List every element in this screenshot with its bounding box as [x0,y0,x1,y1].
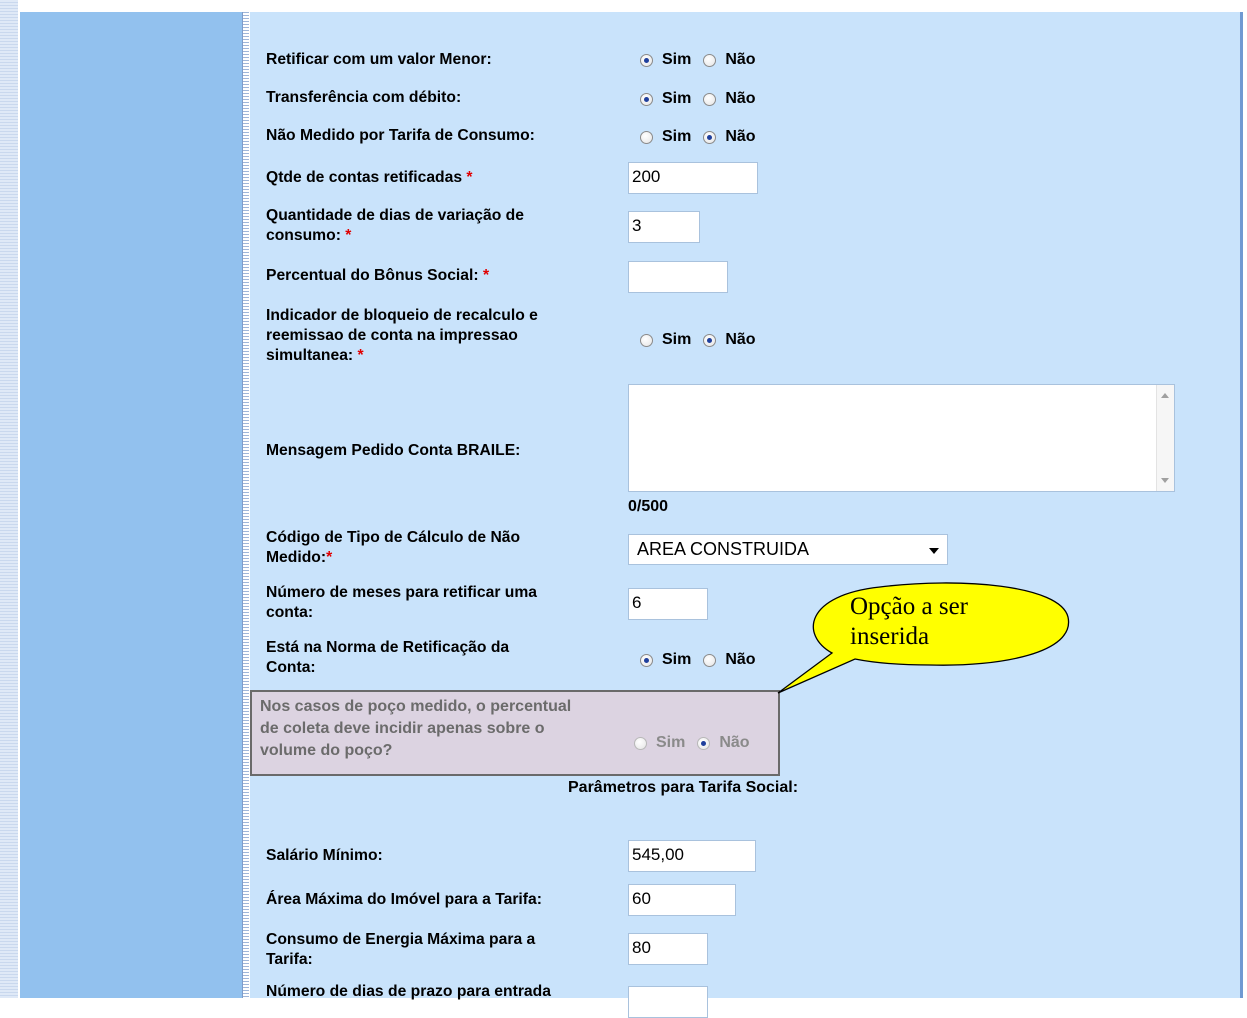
callout-text: Opção a ser inserida [850,592,968,652]
required-mark: * [345,227,352,244]
transferencia-debito-radio-group: Sim Não [640,90,768,108]
transferencia-debito-nao-radio[interactable] [703,92,717,106]
salario-minimo-label: Salário Mínimo: [266,847,383,864]
consumo-energia-label: Consumo de Energia Máxima para a Tarifa: [266,930,535,970]
retificar-menor-label: Retificar com um valor Menor: [266,51,492,68]
required-mark: * [357,347,364,364]
poco-medido-sim-label: Sim [656,734,686,751]
retificar-menor-sim-label: Sim [662,51,692,68]
required-mark: * [482,267,490,284]
consumo-energia-input[interactable]: 80 [628,933,708,965]
poco-medido-label-line1: Nos casos de poço medido, o percentual [260,698,572,715]
mensagem-braile-textarea[interactable] [628,384,1175,492]
consumo-energia-label-line1: Consumo de Energia Máxima para a [266,931,536,948]
bloqueio-recalculo-label: Indicador de bloqueio de recalculo e ree… [266,306,538,366]
norma-retificacao-radio-group: Sim Não [640,651,768,669]
left-panel [20,12,244,998]
area-maxima-input[interactable]: 60 [628,884,736,916]
qtde-contas-label: Qtde de contas retificadas * [266,168,473,188]
poco-medido-label: Nos casos de poço medido, o percentual d… [260,696,640,762]
dias-variacao-label: Quantidade de dias de variação de consum… [266,206,524,246]
poco-medido-nao-label: Não [719,734,750,751]
left-edge-strip [0,0,18,998]
consumo-energia-label-line2: Tarifa: [266,951,313,968]
retificar-menor-radio-group: Sim Não [640,51,768,69]
scroll-up-arrow-icon[interactable] [1161,393,1169,398]
meses-retificar-input[interactable]: 6 [628,588,708,620]
tipo-calculo-label-line1: Código de Tipo de Cálculo de Não [266,529,521,546]
norma-retificacao-sim-radio[interactable] [640,653,653,667]
norma-retificacao-sim-label: Sim [662,651,692,668]
bloqueio-recalculo-label-line3: simultanea: [266,347,354,364]
tipo-calculo-selected-value: AREA CONSTRUIDA [637,539,810,559]
meses-retificar-label-line1: Número de meses para retificar uma [266,584,538,601]
area-maxima-label: Área Máxima do Imóvel para a Tarifa: [266,891,542,908]
norma-retificacao-label-line1: Está na Norma de Retificação da [266,639,510,656]
dias-variacao-input[interactable]: 3 [628,211,700,243]
nao-medido-tarifa-sim-label: Sim [662,128,692,145]
salario-minimo-input[interactable]: 545,00 [628,840,756,872]
transferencia-debito-sim-label: Sim [662,90,692,107]
poco-medido-label-line2: de coleta deve incidir apenas sobre o [260,720,545,737]
bonus-social-label-text: Percentual do Bônus Social: [266,267,479,284]
bloqueio-recalculo-nao-radio[interactable] [703,333,717,347]
nao-medido-tarifa-nao-radio[interactable] [703,130,717,144]
retificar-menor-nao-radio[interactable] [703,53,717,67]
retificar-menor-sim-radio[interactable] [640,53,653,67]
norma-retificacao-nao-label: Não [725,651,756,668]
dias-variacao-label-line2: consumo: [266,227,341,244]
poco-medido-label-line3: volume do poço? [260,742,393,759]
bonus-social-input[interactable] [628,261,728,293]
norma-retificacao-label: Está na Norma de Retificação da Conta: [266,638,509,678]
poco-medido-nao-radio[interactable] [697,736,711,750]
dias-variacao-label-line1: Quantidade de dias de variação de [266,207,524,224]
tipo-calculo-label-line2: Medido: [266,549,327,566]
callout-line2: inserida [850,623,930,650]
tipo-calculo-label: Código de Tipo de Cálculo de Não Medido:… [266,528,520,568]
bloqueio-recalculo-radio-group: Sim Não [640,331,768,349]
bloqueio-recalculo-label-line3-wrap: simultanea: * [266,346,538,366]
dias-prazo-label: Número de dias de prazo para entrada [266,983,551,1000]
scroll-down-arrow-icon[interactable] [1161,478,1169,483]
nao-medido-tarifa-radio-group: Sim Não [640,128,768,146]
tarifa-social-section-title: Parâmetros para Tarifa Social: [568,779,799,796]
dias-variacao-label-line2-wrap: consumo: * [266,226,524,246]
callout-line1: Opção a ser [850,593,968,620]
nao-medido-tarifa-label: Não Medido por Tarifa de Consumo: [266,127,535,144]
poco-medido-sim-radio[interactable] [634,736,647,750]
transferencia-debito-sim-radio[interactable] [640,92,653,106]
retificar-menor-nao-label: Não [725,51,756,68]
nao-medido-tarifa-nao-label: Não [725,128,756,145]
bloqueio-recalculo-nao-label: Não [725,331,756,348]
bloqueio-recalculo-label-line2: reemissao de conta na impressao [266,327,518,344]
required-mark: * [326,549,333,566]
qtde-contas-input[interactable]: 200 [628,162,758,194]
bloqueio-recalculo-label-line1: Indicador de bloqueio de recalculo e [266,307,538,324]
required-mark: * [466,169,473,186]
transferencia-debito-label: Transferência com débito: [266,89,462,106]
qtde-contas-label-text: Qtde de contas retificadas [266,169,463,186]
textarea-scrollbar[interactable] [1156,385,1174,491]
mensagem-braile-label: Mensagem Pedido Conta BRAILE: [266,442,521,459]
panel-divider [242,12,249,998]
tipo-calculo-select[interactable]: AREA CONSTRUIDA [628,534,948,565]
transferencia-debito-nao-label: Não [725,90,756,107]
dias-prazo-input[interactable] [628,986,708,1018]
norma-retificacao-nao-radio[interactable] [703,653,717,667]
meses-retificar-label: Número de meses para retificar uma conta… [266,583,537,623]
norma-retificacao-label-line2: Conta: [266,659,316,676]
bloqueio-recalculo-sim-radio[interactable] [640,333,653,347]
poco-medido-radio-group: Sim Não [634,734,762,752]
meses-retificar-label-line2: conta: [266,604,314,621]
tipo-calculo-label-line2-wrap: Medido:* [266,548,520,568]
chevron-down-icon[interactable] [929,548,939,554]
bonus-social-label: Percentual do Bônus Social: * [266,266,489,286]
bloqueio-recalculo-sim-label: Sim [662,331,692,348]
character-counter: 0/500 [628,498,669,515]
nao-medido-tarifa-sim-radio[interactable] [640,130,653,144]
